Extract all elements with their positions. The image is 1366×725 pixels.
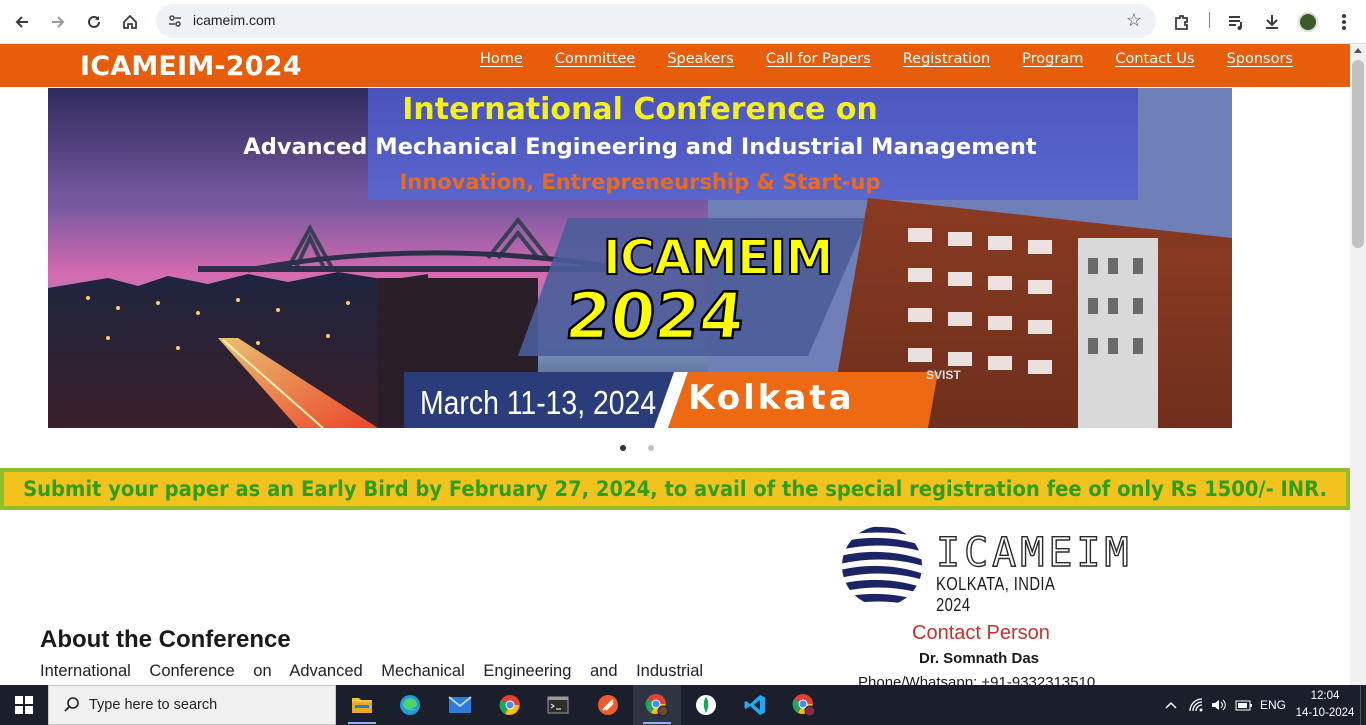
banner-title-line1: International Conference on: [402, 92, 878, 127]
early-bird-announcement: Submit your paper as an Early Bird by Fe…: [0, 468, 1350, 510]
announcement-text: Submit your paper as an Early Bird by Fe…: [23, 477, 1327, 501]
search-placeholder: Type here to search: [89, 697, 218, 713]
edge-icon[interactable]: [386, 685, 434, 725]
windows-taskbar: Type here to search ENG 12:04 14-10-2024: [0, 685, 1366, 725]
reload-icon[interactable]: [80, 8, 108, 36]
hero-banner-slide[interactable]: International Conference on Advanced Mec…: [48, 88, 1232, 428]
mail-icon[interactable]: [436, 685, 484, 725]
windows-start-icon[interactable]: [0, 685, 48, 725]
downloads-icon[interactable]: [1258, 8, 1286, 36]
site-header: ICAMEIM-2024 Home Committee Speakers Cal…: [0, 44, 1350, 87]
bookmark-star-icon[interactable]: ☆: [1126, 10, 1142, 31]
mongodb-compass-icon[interactable]: [682, 685, 730, 725]
media-controls-icon[interactable]: [1222, 8, 1250, 36]
nav-home[interactable]: Home: [480, 51, 523, 67]
search-icon: [64, 697, 79, 712]
banner-year: 2024: [561, 279, 749, 356]
forward-icon[interactable]: [44, 8, 72, 36]
nav-committee[interactable]: Committee: [555, 51, 636, 67]
volume-icon[interactable]: [1208, 685, 1230, 725]
chrome-profile-icon[interactable]: [633, 685, 681, 725]
page-scrollbar[interactable]: [1350, 44, 1366, 685]
banner-acronym: ICAMEIM: [602, 229, 834, 287]
browser-toolbar: icameim.com ☆: [0, 0, 1366, 44]
menu-kebab-icon[interactable]: [1330, 8, 1358, 36]
banner-title-line3: Innovation, Entrepreneurship & Start-up: [399, 170, 881, 194]
logo-acronym: ICAMEIM: [935, 529, 1133, 576]
banner-city: Kolkata: [688, 378, 855, 418]
main-nav: Home Committee Speakers Call for Papers …: [464, 51, 1309, 67]
address-bar[interactable]: icameim.com ☆: [156, 4, 1156, 38]
scroll-up-arrow-icon[interactable]: [1354, 48, 1362, 53]
taskbar-search-box[interactable]: Type here to search: [48, 685, 336, 725]
carousel-dot-2[interactable]: [648, 445, 654, 451]
clock-time: 12:04: [1310, 690, 1340, 702]
show-desktop-button[interactable]: [1360, 685, 1366, 725]
network-icon[interactable]: [1186, 685, 1208, 725]
nav-sponsors[interactable]: Sponsors: [1227, 51, 1293, 67]
url-text[interactable]: icameim.com: [193, 12, 275, 28]
web-page: ICAMEIM-2024 Home Committee Speakers Cal…: [0, 44, 1350, 685]
toolbar-separator: [1209, 12, 1210, 28]
profile-avatar[interactable]: [1294, 8, 1322, 36]
about-paragraph: International Conference on Advanced Mec…: [40, 662, 704, 680]
language-indicator[interactable]: ENG: [1258, 685, 1288, 725]
banner-title-line2: Advanced Mechanical Engineering and Indu…: [243, 134, 1037, 160]
file-explorer-icon[interactable]: [338, 685, 386, 725]
contact-heading: Contact Person: [912, 622, 1050, 644]
site-brand[interactable]: ICAMEIM-2024: [80, 51, 302, 82]
home-icon[interactable]: [116, 8, 144, 36]
carousel-indicators: [620, 445, 654, 451]
site-settings-icon[interactable]: [166, 12, 184, 30]
scrollbar-thumb[interactable]: [1352, 60, 1364, 248]
terminal-icon[interactable]: [534, 685, 582, 725]
tray-overflow-chevron-icon[interactable]: [1160, 685, 1182, 725]
globe-stripes-logo-icon: [842, 526, 922, 606]
nav-registration[interactable]: Registration: [903, 51, 990, 67]
battery-icon[interactable]: [1232, 685, 1256, 725]
building-sign: SVIST: [926, 368, 961, 382]
back-icon[interactable]: [8, 8, 36, 36]
carousel-dot-1[interactable]: [620, 445, 626, 451]
logo-subtitle: KOLKATA, INDIA 2024: [936, 574, 1055, 615]
contact-phone: Phone/Whatsapp: +91-9332313510: [858, 674, 1096, 685]
chrome-alt-icon[interactable]: [780, 685, 828, 725]
banner-dates: March 11-13, 2024: [420, 384, 657, 421]
nav-speakers[interactable]: Speakers: [667, 51, 734, 67]
taskbar-clock[interactable]: 12:04 14-10-2024: [1294, 688, 1356, 722]
app-icon[interactable]: [584, 685, 632, 725]
nav-program[interactable]: Program: [1022, 51, 1083, 67]
conference-logo: ICAMEIM KOLKATA, INDIA 2024: [840, 524, 1129, 615]
nav-call-for-papers[interactable]: Call for Papers: [766, 51, 871, 67]
about-heading: About the Conference: [40, 626, 291, 653]
extensions-icon[interactable]: [1168, 8, 1196, 36]
clock-date: 14-10-2024: [1295, 707, 1355, 719]
vscode-icon[interactable]: [731, 685, 779, 725]
chrome-icon[interactable]: [486, 685, 534, 725]
contact-name: Dr. Somnath Das: [919, 650, 1040, 667]
nav-contact-us[interactable]: Contact Us: [1115, 51, 1194, 67]
